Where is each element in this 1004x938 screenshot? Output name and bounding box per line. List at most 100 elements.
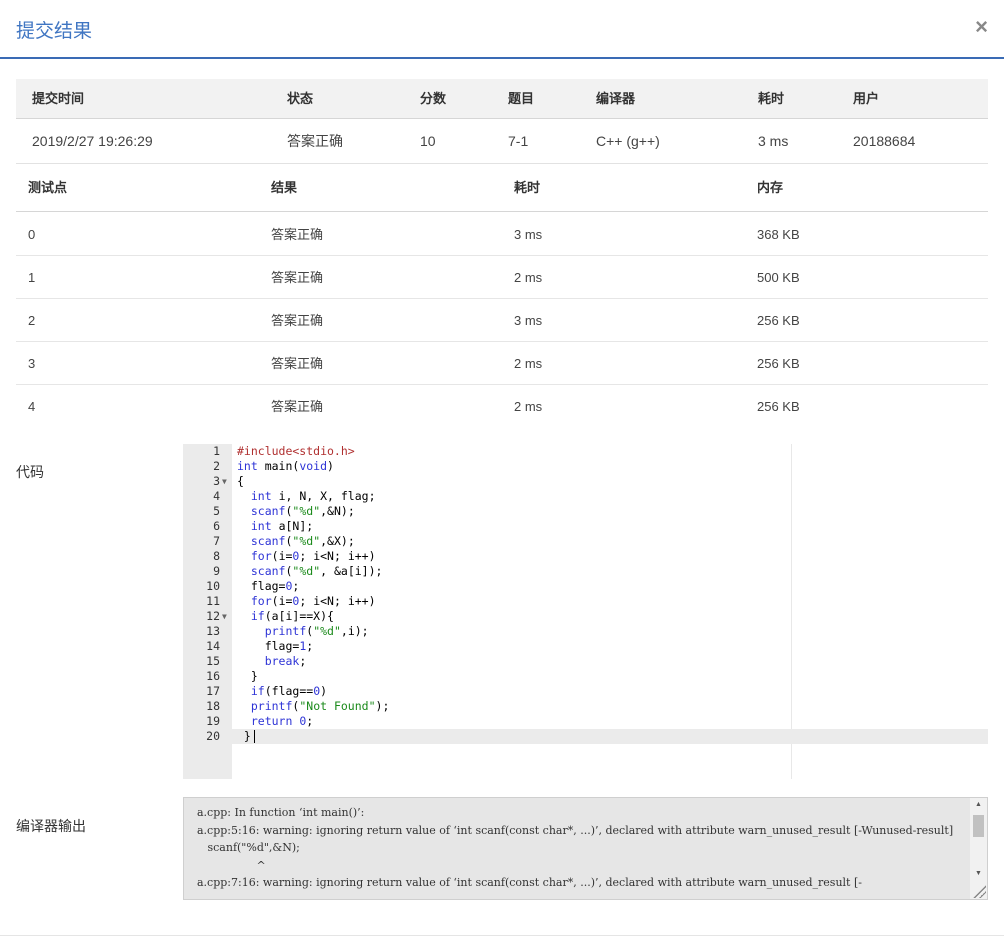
code-text: scanf("%d",&X); <box>250 534 355 548</box>
testcase-result: 答案正确 <box>271 313 324 328</box>
line-number: 16 <box>206 669 220 683</box>
testcase-time: 2 ms <box>514 270 543 285</box>
code-line: 20 } <box>183 729 988 744</box>
testcase-time: 3 ms <box>514 313 543 328</box>
line-number: 8 <box>213 549 220 563</box>
table-row: 0 答案正确 3 ms 368 KB <box>16 213 988 256</box>
modal-header: 提交结果 × <box>0 0 1004 59</box>
fold-arrow-icon[interactable]: ▼ <box>222 474 230 489</box>
code-text: #include<stdio.h> <box>237 444 355 458</box>
testcase-id: 4 <box>28 399 36 414</box>
score-value: 10 <box>420 133 436 149</box>
testcase-time: 2 ms <box>514 399 543 414</box>
header-submit-time: 提交时间 <box>32 91 85 106</box>
code-line: 13 printf("%d",i); <box>183 624 988 639</box>
code-text: printf("Not Found"); <box>250 699 390 713</box>
header-score: 分数 <box>420 91 447 106</box>
table-row: 1 答案正确 2 ms 500 KB <box>16 256 988 299</box>
line-number: 1 <box>213 444 220 458</box>
code-line: 6 int a[N]; <box>183 519 988 534</box>
testcase-id: 1 <box>28 270 36 285</box>
code-editor[interactable]: 1 #include<stdio.h> 2 int main(void) 3 ▼{4 in… <box>183 444 988 779</box>
header-time: 耗时 <box>514 180 541 195</box>
compiler-output-label: 编译器输出 <box>16 818 86 834</box>
code-line: 18 printf("Not Found"); <box>183 699 988 714</box>
testcase-table-header: 测试点 结果 耗时 内存 <box>16 165 988 212</box>
header-memory: 内存 <box>757 180 784 195</box>
summary-row: 2019/2/27 19:26:29 答案正确 10 7-1 C++ (g++)… <box>16 119 988 164</box>
fold-arrow-icon[interactable]: ▼ <box>222 609 230 624</box>
line-number: 19 <box>206 714 220 728</box>
line-number: 11 <box>206 594 220 608</box>
testcase-memory: 368 KB <box>757 227 800 242</box>
testcase-id: 2 <box>28 313 36 328</box>
code-line: 19 return 0; <box>183 714 988 729</box>
header-result: 结果 <box>271 180 298 195</box>
code-text: flag=0; <box>237 579 300 593</box>
code-text: printf("%d",i); <box>264 624 369 638</box>
scroll-down-arrow-icon[interactable]: ▼ <box>970 867 987 881</box>
line-number: 20 <box>206 729 220 743</box>
header-compiler: 编译器 <box>596 91 636 106</box>
code-line: 17 if(flag==0) <box>183 684 988 699</box>
submit-time: 2019/2/27 19:26:29 <box>32 133 153 149</box>
testcase-time: 2 ms <box>514 356 543 371</box>
header-testcase: 测试点 <box>28 180 68 195</box>
code-line: 16 } <box>183 669 988 684</box>
code-line: 8 for(i=0; i<N; i++) <box>183 549 988 564</box>
testcase-memory: 256 KB <box>757 399 800 414</box>
line-number: 12 <box>206 609 220 623</box>
code-text: scanf("%d", &a[i]); <box>250 564 383 578</box>
scroll-thumb[interactable] <box>973 815 984 837</box>
code-text: for(i=0; i<N; i++) <box>250 549 376 563</box>
testcase-result: 答案正确 <box>271 399 324 414</box>
code-text: flag=1; <box>237 639 314 653</box>
code-text: int i, N, X, flag; <box>250 489 376 503</box>
compiler-output-box[interactable]: a.cpp: In function ‘int main()’: a.cpp:5… <box>183 797 988 900</box>
user-value: 20188684 <box>853 133 916 149</box>
text-cursor <box>253 730 255 743</box>
code-text: if(a[i]==X){ <box>250 609 334 623</box>
code-line: 5 scanf("%d",&N); <box>183 504 988 519</box>
header-user: 用户 <box>853 91 880 106</box>
compiler-output-text: a.cpp: In function ‘int main()’: a.cpp:5… <box>197 806 954 889</box>
table-row: 4 答案正确 2 ms 256 KB <box>16 385 988 427</box>
summary-table-header: 提交时间 状态 分数 题目 编译器 耗时 用户 <box>16 79 988 119</box>
line-number: 3 <box>213 474 220 488</box>
testcase-id: 0 <box>28 227 36 242</box>
code-text: { <box>237 474 244 488</box>
code-line: 9 scanf("%d", &a[i]); <box>183 564 988 579</box>
code-lines: 1 #include<stdio.h> 2 int main(void) 3 ▼{4 in… <box>183 444 988 744</box>
code-line: 15 break; <box>183 654 988 669</box>
code-line: 11 for(i=0; i<N; i++) <box>183 594 988 609</box>
line-number: 4 <box>213 489 220 503</box>
line-number: 10 <box>206 579 220 593</box>
problem-link[interactable]: 7-1 <box>508 119 528 163</box>
scroll-up-arrow-icon[interactable]: ▲ <box>970 798 987 812</box>
compiler-value: C++ (g++) <box>596 133 660 149</box>
line-number: 5 <box>213 504 220 518</box>
header-status: 状态 <box>287 91 314 106</box>
line-number: 17 <box>206 684 220 698</box>
footer-divider <box>0 935 1004 936</box>
testcase-id: 3 <box>28 356 36 371</box>
header-problem: 题目 <box>508 91 535 106</box>
resize-handle-icon[interactable] <box>972 884 986 898</box>
modal-title: 提交结果 <box>16 21 93 42</box>
code-line: 12 ▼ if(a[i]==X){ <box>183 609 988 624</box>
line-number: 13 <box>206 624 220 638</box>
code-line: 1 #include<stdio.h> <box>183 444 988 459</box>
close-button[interactable]: × <box>975 14 988 40</box>
table-row: 3 答案正确 2 ms 256 KB <box>16 342 988 385</box>
code-line: 2 int main(void) <box>183 459 988 474</box>
code-line: 10 flag=0; <box>183 579 988 594</box>
line-number: 14 <box>206 639 220 653</box>
table-row: 2 答案正确 3 ms 256 KB <box>16 299 988 342</box>
code-text: return 0; <box>250 714 314 728</box>
line-number: 7 <box>213 534 220 548</box>
testcase-result: 答案正确 <box>271 356 324 371</box>
testcase-memory: 256 KB <box>757 313 800 328</box>
code-line: 4 int i, N, X, flag; <box>183 489 988 504</box>
testcase-result: 答案正确 <box>271 270 324 285</box>
code-text: for(i=0; i<N; i++) <box>250 594 376 608</box>
